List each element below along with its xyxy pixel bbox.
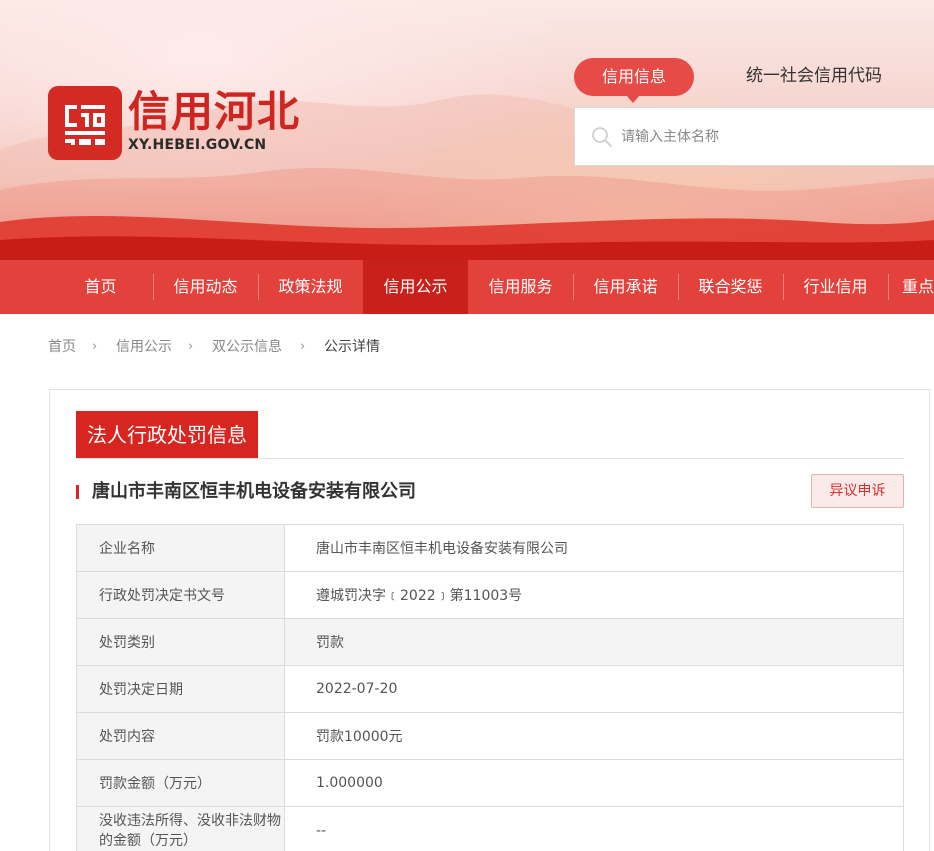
header-banner: 信用河北 XY.HEBEI.GOV.CN 信用信息 统一社会信用代码 [0,0,934,260]
row-label: 企业名称 [76,524,285,572]
row-value: 2022-07-20 [284,665,904,713]
search-input[interactable] [621,122,921,152]
section-title: 法人行政处罚信息 [76,411,258,459]
row-label: 行政处罚决定书文号 [76,571,285,619]
row-label: 罚款金额（万元） [76,759,285,807]
table-row: 没收违法所得、没收非法财物的金额（万元） -- [76,806,904,851]
breadcrumb-double-disclosure[interactable]: 双公示信息 [212,336,282,358]
nav-item-key[interactable]: 重点 [888,260,934,314]
nav-item-credit-commitment[interactable]: 信用承诺 [573,260,678,314]
table-row: 处罚内容 罚款10000元 [76,712,904,760]
row-label: 处罚类别 [76,618,285,666]
objection-button[interactable]: 异议申诉 [811,474,904,508]
search-tab-credit-info[interactable]: 信用信息 [574,58,694,103]
nav-item-credit-service[interactable]: 信用服务 [468,260,573,314]
row-value: 罚款10000元 [284,712,904,760]
site-url: XY.HEBEI.GOV.CN [128,137,267,153]
row-label: 处罚决定日期 [76,665,285,713]
chevron-right-icon: › [300,339,306,354]
main-nav: 首页 信用动态 政策法规 信用公示 信用服务 信用承诺 联合奖惩 行业信用 重点 [0,260,934,314]
table-row: 行政处罚决定书文号 遵城罚决字﹝2022﹞第11003号 [76,571,904,619]
row-value: -- [284,806,904,851]
site-title[interactable]: 信用河北 [128,88,300,136]
chevron-right-icon: › [188,339,194,354]
search-box [574,107,934,166]
section-divider [76,458,904,459]
table-row: 处罚类别 罚款 [76,618,904,666]
nav-item-industry-credit[interactable]: 行业信用 [783,260,888,314]
breadcrumb-home[interactable]: 首页 [48,336,76,358]
penalty-info-table: 企业名称 唐山市丰南区恒丰机电设备安装有限公司 行政处罚决定书文号 遵城罚决字﹝… [76,524,904,851]
company-name: 唐山市丰南区恒丰机电设备安装有限公司 [92,481,416,502]
table-row: 处罚决定日期 2022-07-20 [76,665,904,713]
detail-panel: 法人行政处罚信息 唐山市丰南区恒丰机电设备安装有限公司 异议申诉 企业名称 唐山… [49,389,930,851]
row-value: 唐山市丰南区恒丰机电设备安装有限公司 [284,524,904,572]
logo-emblem-icon [65,105,105,145]
chevron-right-icon: › [92,339,98,354]
nav-item-credit-disclosure[interactable]: 信用公示 [363,260,468,314]
row-value: 罚款 [284,618,904,666]
breadcrumb-current: 公示详情 [324,339,380,355]
breadcrumb-credit-disclosure[interactable]: 信用公示 [116,336,172,358]
nav-item-credit-news[interactable]: 信用动态 [153,260,258,314]
nav-item-joint-rewards[interactable]: 联合奖惩 [678,260,783,314]
search-tab-credit-code[interactable]: 统一社会信用代码 [746,64,882,88]
row-value: 1.000000 [284,759,904,807]
table-row: 企业名称 唐山市丰南区恒丰机电设备安装有限公司 [76,524,904,572]
logo-mark[interactable] [48,86,122,160]
row-label: 没收违法所得、没收非法财物的金额（万元） [76,806,285,851]
nav-item-policy[interactable]: 政策法规 [258,260,363,314]
row-value: 遵城罚决字﹝2022﹞第11003号 [284,571,904,619]
table-row: 罚款金额（万元） 1.000000 [76,759,904,807]
nav-item-home[interactable]: 首页 [48,260,153,314]
search-icon[interactable] [591,126,613,148]
company-marker [76,485,79,499]
row-label: 处罚内容 [76,712,285,760]
